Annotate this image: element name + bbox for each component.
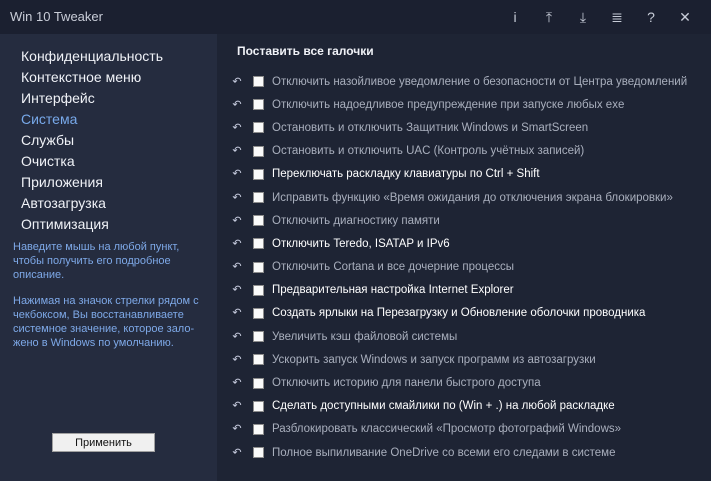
select-all-button[interactable]: Поставить все галочки	[237, 44, 374, 58]
hint-text-hover: Наведите мышь на любой пункт, чтобы полу…	[13, 241, 180, 281]
sidebar-item-apps[interactable]: Приложения	[21, 172, 163, 193]
restore-arrow-icon[interactable]: ↶	[231, 99, 243, 111]
sidebar-item-system[interactable]: Система	[21, 109, 163, 130]
option-label[interactable]: Сделать доступными смайлики по (Win + .)…	[272, 400, 615, 412]
sidebar-item-privacy[interactable]: Конфиденциальность	[21, 46, 163, 67]
option-checkbox[interactable]	[253, 238, 264, 250]
download-icon[interactable]: ⤓	[573, 8, 593, 26]
list-item: ↶ Отключить Teredo, ISATAP и IPv6	[231, 232, 687, 255]
restore-arrow-icon[interactable]: ↶	[231, 447, 243, 459]
option-checkbox[interactable]	[253, 423, 264, 435]
option-checkbox[interactable]	[253, 76, 264, 88]
option-label[interactable]: Создать ярлыки на Перезагрузку и Обновле…	[272, 307, 645, 319]
list-undo-icon[interactable]: ≣	[607, 8, 627, 26]
restore-arrow-icon[interactable]: ↶	[231, 192, 243, 204]
upload-icon[interactable]: ⤒	[539, 8, 559, 26]
option-label[interactable]: Отключить Cortana и все дочерние процесс…	[272, 261, 514, 273]
sidebar-item-interface[interactable]: Интерфейс	[21, 88, 163, 109]
restore-arrow-icon[interactable]: ↶	[231, 122, 243, 134]
option-label[interactable]: Отключить надоедливое предупреждение при…	[272, 99, 624, 111]
restore-arrow-icon[interactable]: ↶	[231, 331, 243, 343]
restore-arrow-icon[interactable]: ↶	[231, 284, 243, 296]
hint-text-restore: Нажимая на значок стрелки рядом с чекбок…	[13, 295, 199, 349]
info-icon[interactable]: i	[505, 8, 525, 26]
option-label[interactable]: Остановить и отключить UAC (Контроль учё…	[272, 145, 584, 157]
titlebar-actions: i ⤒ ⤓ ≣ ? ✕	[505, 8, 695, 26]
restore-arrow-icon[interactable]: ↶	[231, 145, 243, 157]
list-item: ↶ Переключать раскладку клавиатуры по Ctr…	[231, 163, 687, 186]
list-item: ↶ Отключить назойливое уведомление о безо…	[231, 70, 687, 93]
option-label[interactable]: Ускорить запуск Windows и запуск програм…	[272, 354, 596, 366]
option-label[interactable]: Отключить Teredo, ISATAP и IPv6	[272, 238, 450, 250]
option-label[interactable]: Полное выпиливание OneDrive со всеми его…	[272, 447, 615, 459]
list-item: ↶ Исправить функцию «Время ожидания до от…	[231, 186, 687, 209]
restore-arrow-icon[interactable]: ↶	[231, 400, 243, 412]
list-item: ↶ Отключить историю для панели быстрого д…	[231, 371, 687, 394]
option-label[interactable]: Увеличить кэш файловой системы	[272, 331, 457, 343]
list-item: ↶ Создать ярлыки на Перезагрузку и Обновл…	[231, 302, 687, 325]
option-label[interactable]: Переключать раскладку клавиатуры по Ctrl…	[272, 168, 540, 180]
sidebar: Конфиденциальность Контекстное меню Инте…	[0, 34, 217, 481]
option-checkbox[interactable]	[253, 215, 264, 227]
option-checkbox[interactable]	[253, 122, 264, 134]
main-panel: Поставить все галочки ↶ Отключить назойли…	[217, 34, 711, 481]
list-item: ↶ Сделать доступными смайлики по (Win + .…	[231, 395, 687, 418]
option-label[interactable]: Предварительная настройка Internet Explo…	[272, 284, 514, 296]
list-item: ↶ Предварительная настройка Internet Expl…	[231, 279, 687, 302]
sidebar-item-optimization[interactable]: Оптимизация	[21, 214, 163, 235]
option-checkbox[interactable]	[253, 192, 264, 204]
restore-arrow-icon[interactable]: ↶	[231, 261, 243, 273]
option-label[interactable]: Отключить назойливое уведомление о безоп…	[272, 76, 687, 88]
sidebar-item-cleanup[interactable]: Очистка	[21, 151, 163, 172]
window-title: Win 10 Tweaker	[10, 9, 103, 24]
restore-arrow-icon[interactable]: ↶	[231, 354, 243, 366]
option-checkbox[interactable]	[253, 400, 264, 412]
option-checkbox[interactable]	[253, 284, 264, 296]
list-item: ↶ Полное выпиливание OneDrive со всеми ег…	[231, 441, 687, 464]
list-item: ↶ Увеличить кэш файловой системы	[231, 325, 687, 348]
options-list: ↶ Отключить назойливое уведомление о безо…	[231, 70, 687, 464]
option-checkbox[interactable]	[253, 331, 264, 343]
app-window: Win 10 Tweaker i ⤒ ⤓ ≣ ? ✕ Конфиденциаль…	[0, 0, 711, 481]
restore-arrow-icon[interactable]: ↶	[231, 307, 243, 319]
option-checkbox[interactable]	[253, 354, 264, 366]
restore-arrow-icon[interactable]: ↶	[231, 423, 243, 435]
list-item: ↶ Отключить надоедливое предупреждение пр…	[231, 93, 687, 116]
option-label[interactable]: Отключить историю для панели быстрого до…	[272, 377, 541, 389]
option-checkbox[interactable]	[253, 447, 264, 459]
option-label[interactable]: Остановить и отключить Защитник Windows …	[272, 122, 588, 134]
list-item: ↶ Остановить и отключить UAC (Контроль уч…	[231, 140, 687, 163]
restore-arrow-icon[interactable]: ↶	[231, 168, 243, 180]
option-checkbox[interactable]	[253, 145, 264, 157]
restore-arrow-icon[interactable]: ↶	[231, 238, 243, 250]
restore-arrow-icon[interactable]: ↶	[231, 377, 243, 389]
sidebar-item-services[interactable]: Службы	[21, 130, 163, 151]
sidebar-item-context-menu[interactable]: Контекстное меню	[21, 67, 163, 88]
option-label[interactable]: Исправить функцию «Время ожидания до отк…	[272, 192, 673, 204]
close-icon[interactable]: ✕	[675, 8, 695, 26]
list-item: ↶ Ускорить запуск Windows и запуск програ…	[231, 348, 687, 371]
title-bar: Win 10 Tweaker i ⤒ ⤓ ≣ ? ✕	[0, 0, 711, 34]
restore-arrow-icon[interactable]: ↶	[231, 76, 243, 88]
help-icon[interactable]: ?	[641, 8, 661, 26]
option-checkbox[interactable]	[253, 307, 264, 319]
sidebar-item-autostart[interactable]: Автозагрузка	[21, 193, 163, 214]
option-checkbox[interactable]	[253, 168, 264, 180]
list-item: ↶ Разблокировать классический «Просмотр ф…	[231, 418, 687, 441]
restore-arrow-icon[interactable]: ↶	[231, 215, 243, 227]
option-label[interactable]: Отключить диагностику памяти	[272, 215, 440, 227]
sidebar-nav: Конфиденциальность Контекстное меню Инте…	[21, 46, 163, 235]
option-checkbox[interactable]	[253, 99, 264, 111]
list-item: ↶ Отключить Cortana и все дочерние процес…	[231, 256, 687, 279]
list-item: ↶ Отключить диагностику памяти	[231, 209, 687, 232]
option-label[interactable]: Разблокировать классический «Просмотр фо…	[272, 423, 621, 435]
option-checkbox[interactable]	[253, 377, 264, 389]
list-item: ↶ Остановить и отключить Защитник Windows…	[231, 116, 687, 139]
apply-button[interactable]: Применить	[52, 433, 155, 452]
option-checkbox[interactable]	[253, 261, 264, 273]
